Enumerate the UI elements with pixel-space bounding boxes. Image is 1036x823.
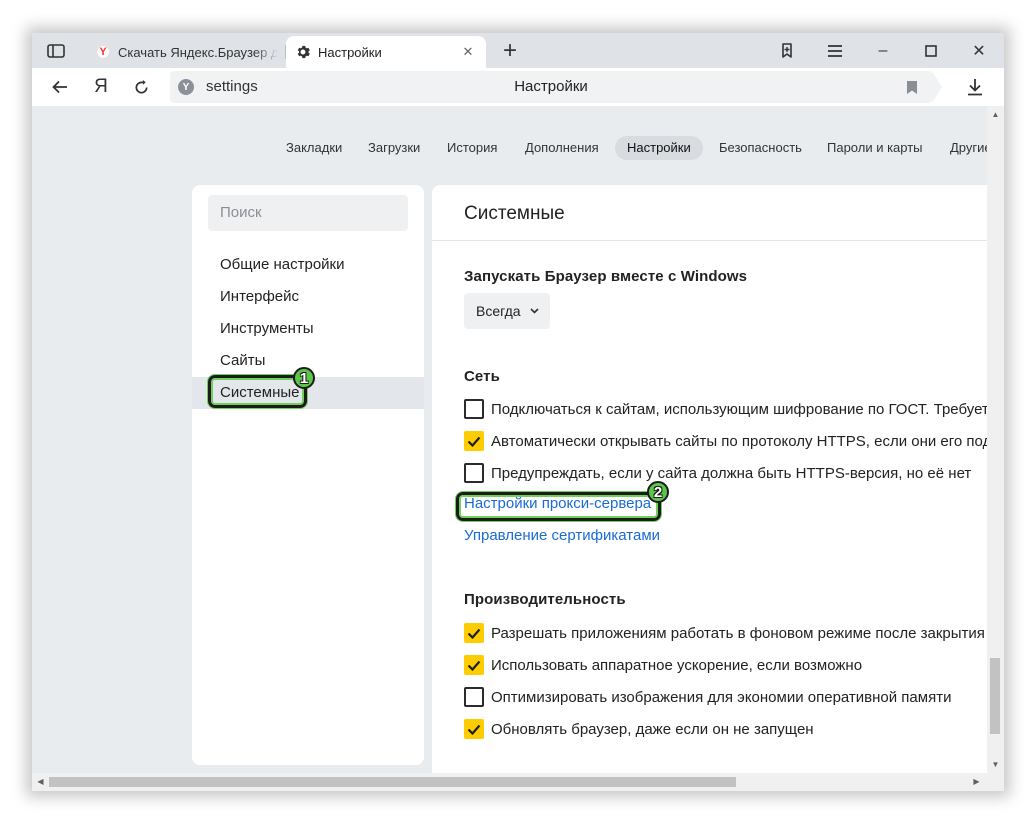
sidebar-item-general[interactable]: Общие настройки — [192, 249, 424, 281]
settings-page: Закладки Загрузки История Дополнения Нас… — [32, 106, 1004, 791]
chevron-down-icon — [530, 293, 539, 330]
proxy-settings-link[interactable]: Настройки прокси-сервера — [464, 495, 651, 512]
tab-label: Скачать Яндекс.Браузер для — [118, 44, 278, 60]
scroll-left-icon[interactable]: ◀ — [32, 773, 49, 790]
checkbox[interactable] — [464, 399, 484, 419]
close-tab-icon[interactable]: ✕ — [458, 42, 478, 62]
network-heading: Сеть — [464, 368, 500, 385]
reload-icon[interactable] — [125, 68, 157, 106]
download-icon[interactable] — [960, 68, 990, 106]
nav-extensions[interactable]: Дополнения — [513, 136, 611, 160]
settings-main-panel: Системные Запускать Браузер вместе с Win… — [432, 185, 987, 791]
nav-bookmarks[interactable]: Закладки — [274, 136, 354, 160]
certificates-link[interactable]: Управление сертификатами — [464, 527, 660, 544]
minimize-icon[interactable]: – — [868, 33, 898, 68]
nav-passwords[interactable]: Пароли и карты — [815, 136, 935, 160]
nav-settings[interactable]: Настройки — [615, 136, 703, 160]
checkbox-label: Предупреждать, если у сайта должна быть … — [491, 464, 972, 482]
horizontal-scrollbar[interactable]: ◀ ▶ — [32, 773, 987, 791]
checkbox-label: Использовать аппаратное ускорение, если … — [491, 656, 863, 674]
divider — [432, 240, 987, 241]
option-https-warning[interactable]: Предупреждать, если у сайта должна быть … — [464, 462, 971, 484]
section-title: Системные — [464, 203, 565, 224]
startup-heading: Запускать Браузер вместе с Windows — [464, 268, 748, 285]
checkbox[interactable] — [464, 687, 484, 707]
performance-heading: Производительность — [464, 591, 626, 608]
browser-window: Y Скачать Яндекс.Браузер для Настройки ✕… — [32, 33, 1004, 791]
tab-yandex-download[interactable]: Y Скачать Яндекс.Браузер для — [88, 36, 286, 68]
option-background-apps[interactable]: Разрешать приложениям работать в фоновом… — [464, 622, 985, 644]
omnibox-arrow-tail — [932, 71, 942, 103]
checkbox-label: Подключаться к сайтам, использующим шифр… — [491, 400, 987, 418]
sidebar-item-tools[interactable]: Инструменты — [192, 313, 424, 345]
page-title: Настройки — [514, 78, 588, 95]
scroll-up-icon[interactable]: ▲ — [987, 106, 1004, 123]
option-auto-https[interactable]: Автоматически открывать сайты по протоко… — [464, 430, 987, 452]
option-optimize-images[interactable]: Оптимизировать изображения для экономии … — [464, 686, 951, 708]
scroll-right-icon[interactable]: ▶ — [968, 773, 985, 790]
tab-label: Настройки — [318, 44, 382, 60]
tab-strip: Y Скачать Яндекс.Браузер для Настройки ✕… — [32, 33, 1004, 68]
bookmarks-icon[interactable] — [772, 33, 802, 68]
option-update-when-closed[interactable]: Обновлять браузер, даже если он не запущ… — [464, 718, 814, 740]
settings-sidebar: Поиск Общие настройки Интерфейс Инструме… — [192, 185, 424, 765]
yandex-favicon-icon: Y — [96, 45, 110, 59]
scroll-down-icon[interactable]: ▼ — [987, 756, 1004, 773]
sidebar-item-interface[interactable]: Интерфейс — [192, 281, 424, 313]
address-bar[interactable]: Y settings Настройки — [170, 71, 932, 103]
sidebar-toggle-icon[interactable] — [42, 33, 70, 68]
maximize-icon[interactable] — [916, 33, 946, 68]
nav-other[interactable]: Другие — [938, 136, 987, 160]
startup-dropdown[interactable]: Всегда — [464, 293, 550, 329]
annotation-badge-2: 2 — [647, 481, 669, 503]
checkbox[interactable] — [464, 623, 484, 643]
checkbox[interactable] — [464, 719, 484, 739]
nav-downloads[interactable]: Загрузки — [356, 136, 432, 160]
checkbox-label: Оптимизировать изображения для экономии … — [491, 688, 952, 706]
back-arrow-icon[interactable] — [44, 68, 76, 106]
startup-dropdown-value: Всегда — [476, 303, 521, 319]
nav-history[interactable]: История — [435, 136, 509, 160]
gear-icon — [296, 45, 310, 59]
yandex-home-button[interactable]: Я — [85, 68, 117, 106]
checkbox[interactable] — [464, 655, 484, 675]
settings-top-nav: Закладки Загрузки История Дополнения Нас… — [32, 133, 987, 163]
checkbox-label: Разрешать приложениям работать в фоновом… — [491, 624, 985, 642]
settings-search-input[interactable]: Поиск — [208, 195, 408, 231]
horizontal-scroll-thumb[interactable] — [49, 777, 736, 787]
checkbox[interactable] — [464, 431, 484, 451]
checkbox[interactable] — [464, 463, 484, 483]
hamburger-menu-icon[interactable] — [820, 33, 850, 68]
vertical-scroll-thumb[interactable] — [990, 658, 1000, 734]
vertical-scrollbar[interactable]: ▲ ▼ — [987, 106, 1004, 791]
new-tab-button[interactable]: + — [498, 33, 522, 68]
annotation-badge-1: 1 — [293, 367, 315, 389]
close-window-icon[interactable]: ✕ — [964, 33, 994, 68]
checkbox-label: Обновлять браузер, даже если он не запущ… — [491, 720, 814, 738]
option-gost-encryption[interactable]: Подключаться к сайтам, использующим шифр… — [464, 398, 987, 420]
url-text[interactable]: settings — [206, 78, 258, 95]
nav-security[interactable]: Безопасность — [707, 136, 814, 160]
address-toolbar: Я Y settings Настройки — [32, 68, 1004, 106]
option-hardware-acceleration[interactable]: Использовать аппаратное ускорение, если … — [464, 654, 862, 676]
tab-settings[interactable]: Настройки ✕ — [286, 36, 486, 68]
bookmark-page-icon[interactable] — [904, 79, 920, 95]
checkbox-label: Автоматически открывать сайты по протоко… — [491, 432, 987, 450]
site-info-icon[interactable]: Y — [178, 79, 194, 95]
